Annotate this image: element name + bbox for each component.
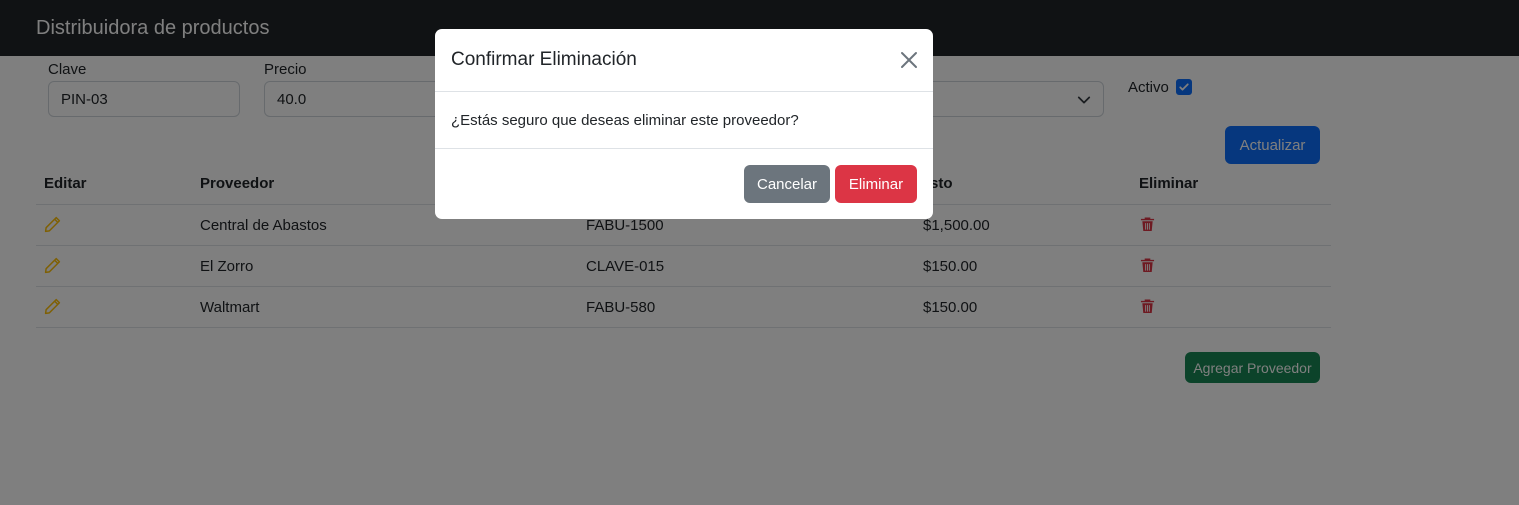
modal-footer <box>435 148 933 149</box>
cancel-button[interactable]: Cancelar <box>744 165 830 203</box>
modal-title: Confirmar Eliminación <box>451 49 637 70</box>
delete-button[interactable]: Eliminar <box>835 165 917 203</box>
modal-header: Confirmar Eliminación <box>435 29 933 92</box>
modal-message: ¿Estás seguro que deseas eliminar este p… <box>451 112 799 129</box>
confirm-delete-modal: Confirmar Eliminación ¿Estás seguro que … <box>435 29 933 219</box>
close-icon[interactable] <box>899 50 919 70</box>
